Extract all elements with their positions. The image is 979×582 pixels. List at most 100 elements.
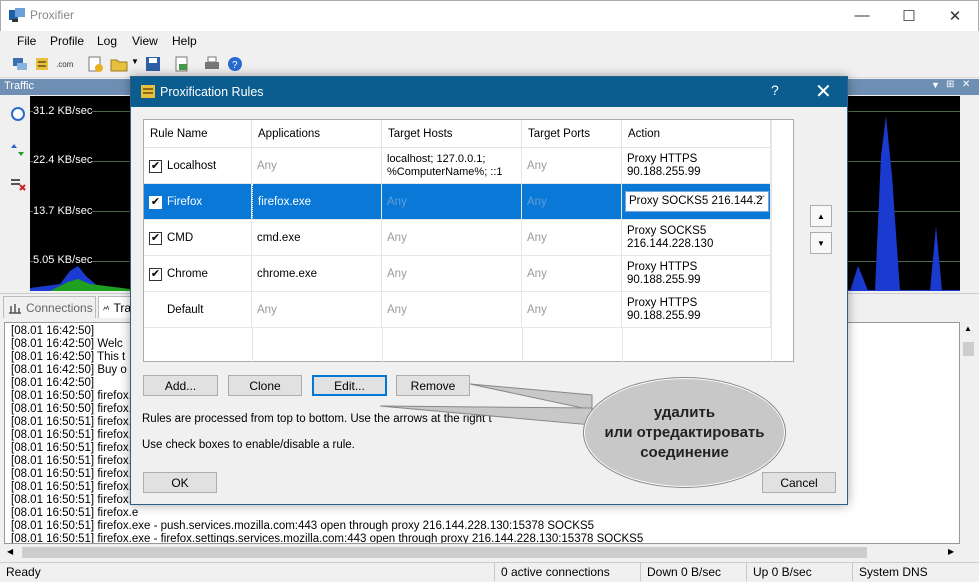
tab-connections-label: Connections bbox=[26, 300, 93, 315]
status-upload-speed: Up 0 B/sec bbox=[753, 565, 812, 579]
minimize-button[interactable]: — bbox=[839, 0, 885, 31]
maximize-button[interactable]: ☐ bbox=[886, 0, 932, 31]
rule-name: CMD bbox=[167, 231, 194, 244]
rule-target-hosts: Any bbox=[382, 256, 522, 292]
log-line: [08.01 16:50:51] firefox.e bbox=[11, 416, 139, 428]
print-icon[interactable] bbox=[203, 55, 221, 73]
move-rule-down-button[interactable]: ▼ bbox=[810, 232, 832, 254]
open-icon[interactable] bbox=[110, 55, 128, 73]
column-header-action[interactable]: Action bbox=[622, 120, 771, 148]
svg-text:?: ? bbox=[232, 60, 238, 71]
log-line: [08.01 16:50:51] firefox.e bbox=[11, 455, 139, 467]
clear-graph-icon[interactable] bbox=[10, 176, 26, 192]
tab-traffic[interactable]: Tra bbox=[98, 296, 132, 318]
status-bar bbox=[0, 562, 979, 582]
traffic-tools bbox=[0, 96, 30, 291]
status-dns: System DNS bbox=[859, 565, 928, 579]
move-rule-up-button[interactable]: ▲ bbox=[810, 205, 832, 227]
proxifier-app-icon bbox=[9, 8, 25, 22]
profile-icon[interactable] bbox=[33, 55, 51, 73]
pane-menu-icon[interactable]: ▼ bbox=[931, 80, 940, 90]
rule-applications: firefox.exe bbox=[252, 184, 382, 220]
clock-icon[interactable] bbox=[10, 106, 26, 122]
log-horizontal-thumb[interactable] bbox=[22, 547, 867, 558]
rule-row-cmd[interactable]: ✔ CMD cmd.exe Any Any Proxy SOCKS5 216.14… bbox=[144, 220, 771, 256]
rule-name: Localhost bbox=[167, 159, 217, 172]
log-line: [08.01 16:50:51] firefox.exe - push.serv… bbox=[11, 520, 595, 532]
rule-action: Proxy HTTPS 90.188.255.99 bbox=[622, 292, 771, 328]
status-ready: Ready bbox=[6, 565, 41, 579]
log-line: [08.01 16:42:50] This t bbox=[11, 351, 126, 363]
rule-applications: cmd.exe bbox=[252, 220, 382, 256]
clone-rule-button[interactable]: Clone bbox=[228, 375, 302, 396]
rule-enabled-checkbox[interactable]: ✔ bbox=[149, 231, 162, 245]
menu-help[interactable]: Help bbox=[172, 34, 197, 48]
rule-enabled-checkbox[interactable]: ✔ bbox=[149, 267, 162, 281]
window-title: Proxifier bbox=[30, 8, 75, 22]
tab-traffic-label: Tra bbox=[113, 300, 131, 315]
scroll-left-icon[interactable]: ◀ bbox=[7, 547, 13, 556]
log-line: [08.01 16:50:51] firefox.e bbox=[11, 429, 139, 441]
pane-pin-icon[interactable]: ⊞ bbox=[946, 79, 954, 90]
log-line: [08.01 16:50:51] firefox.e bbox=[11, 481, 139, 493]
rule-row-chrome[interactable]: ✔ Chrome chrome.exe Any Any Proxy HTTPS 9… bbox=[144, 256, 771, 292]
rule-row-firefox[interactable]: ✔ Firefox firefox.exe Any Any Proxy SOCKS… bbox=[144, 184, 771, 220]
rule-action: Proxy SOCKS5 216.144.2 bbox=[629, 195, 763, 207]
rule-enabled-checkbox[interactable]: ✔ bbox=[149, 195, 162, 209]
status-download-speed: Down 0 B/sec bbox=[647, 565, 722, 579]
checkbox-hint: Use check boxes to enable/disable a rule… bbox=[142, 439, 355, 451]
menu-file[interactable]: File bbox=[17, 34, 36, 48]
rule-action-dropdown[interactable]: Proxy SOCKS5 216.144.2 ﹀ bbox=[625, 191, 769, 212]
log-line: [08.01 16:50:50] firefox.e bbox=[11, 390, 139, 402]
log-line: [08.01 16:42:50] bbox=[11, 325, 95, 337]
log-vertical-scrollbar[interactable]: ▲ bbox=[960, 322, 977, 544]
dns-icon[interactable]: .com bbox=[55, 55, 77, 73]
log-line: [08.01 16:50:51] firefox.e bbox=[11, 468, 139, 480]
connections-tab-icon bbox=[9, 303, 21, 314]
column-header-rule-name[interactable]: Rule Name bbox=[144, 120, 252, 148]
rule-target-ports: Any bbox=[522, 220, 622, 256]
column-header-target-hosts[interactable]: Target Hosts bbox=[382, 120, 522, 148]
connections-icon[interactable] bbox=[11, 55, 29, 73]
column-header-applications[interactable]: Applications bbox=[252, 120, 382, 148]
rule-name: Default bbox=[144, 292, 252, 328]
traffic-tab-icon bbox=[103, 304, 110, 310]
pane-close-icon[interactable]: ✕ bbox=[962, 79, 970, 90]
rule-enabled-checkbox[interactable]: ✔ bbox=[149, 159, 162, 173]
rule-row-default[interactable]: Default Any Any Any Proxy HTTPS 90.188.2… bbox=[144, 292, 771, 328]
rule-action: Proxy HTTPS 90.188.255.99 bbox=[622, 148, 771, 184]
add-rule-button[interactable]: Add... bbox=[143, 375, 218, 396]
save-icon[interactable] bbox=[144, 55, 162, 73]
tab-connections[interactable]: Connections bbox=[3, 296, 96, 318]
chevron-down-icon[interactable]: ▼ bbox=[131, 57, 139, 66]
log-line: [08.01 16:42:50] Welc bbox=[11, 338, 123, 350]
rule-row-localhost[interactable]: ✔ Localhost Any localhost; 127.0.0.1; %Co… bbox=[144, 148, 771, 184]
rule-name: Chrome bbox=[167, 267, 208, 280]
rule-name: Firefox bbox=[167, 195, 203, 208]
dialog-help-button[interactable]: ? bbox=[771, 82, 779, 98]
rule-target-ports: Any bbox=[522, 256, 622, 292]
menu-profile[interactable]: Profile bbox=[50, 34, 84, 48]
svg-text:.com: .com bbox=[56, 60, 74, 69]
cancel-button[interactable]: Cancel bbox=[762, 472, 836, 493]
rule-applications: Any bbox=[252, 292, 382, 328]
log-line: [08.01 16:50:50] firefox.e bbox=[11, 403, 139, 415]
up-down-arrows-icon[interactable] bbox=[10, 142, 26, 158]
add-rule-icon[interactable] bbox=[86, 55, 104, 73]
dialog-title: Proxification Rules bbox=[160, 85, 264, 99]
export-icon[interactable] bbox=[173, 55, 191, 73]
close-window-button[interactable]: ✕ bbox=[932, 0, 978, 31]
help-icon[interactable]: ? bbox=[226, 55, 244, 73]
scroll-right-icon[interactable]: ▶ bbox=[948, 547, 954, 556]
column-header-target-ports[interactable]: Target Ports bbox=[522, 120, 622, 148]
log-line: [08.01 16:42:50] Buy o bbox=[11, 364, 127, 376]
log-line: [08.01 16:42:50] bbox=[11, 377, 95, 389]
chevron-down-icon[interactable]: ﹀ bbox=[755, 195, 765, 208]
dialog-close-button[interactable]: ✕ bbox=[815, 79, 832, 104]
log-line: [08.01 16:50:51] firefox.e bbox=[11, 507, 139, 519]
menu-log[interactable]: Log bbox=[97, 34, 117, 48]
log-line: [08.01 16:50:51] firefox.e bbox=[11, 494, 139, 506]
menu-view[interactable]: View bbox=[132, 34, 158, 48]
ok-button[interactable]: OK bbox=[143, 472, 217, 493]
traffic-pane-title: Traffic bbox=[4, 80, 34, 92]
